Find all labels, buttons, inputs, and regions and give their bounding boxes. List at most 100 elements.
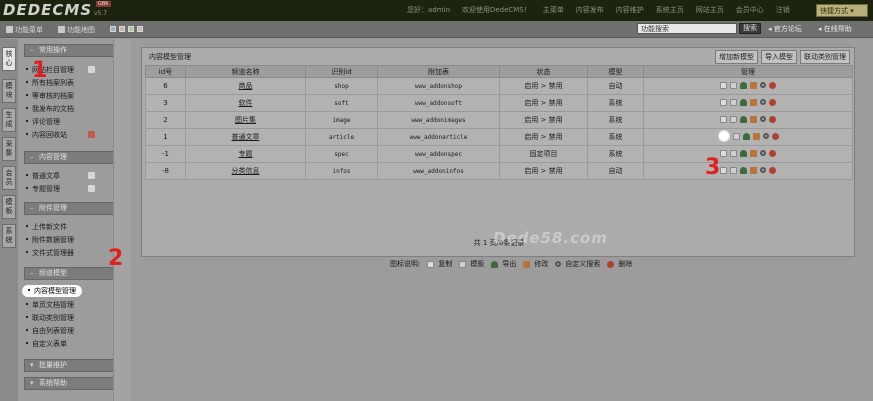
row-channel-name[interactable]: 商品 [185,77,306,95]
theme-orange-swatch[interactable] [119,26,125,32]
channel-name-link[interactable]: 分类信息 [232,167,260,175]
row-status-toggle[interactable]: 固定项目 [499,145,588,163]
export-icon[interactable] [740,98,747,106]
menu-free-list[interactable]: 自由列表管理 [26,326,74,336]
menu-upload-file[interactable]: 上传新文件 [26,222,67,232]
online-help-link[interactable]: ◂ 在线帮助 [818,24,852,34]
custom-search-icon[interactable] [760,167,766,173]
empty-bin-icon[interactable] [88,131,95,138]
row-status-toggle[interactable]: 启用 > 禁用 [499,94,588,112]
nav-system-home[interactable]: 系统主页 [656,5,684,15]
edit-icon[interactable] [752,132,760,140]
menu-normal-article[interactable]: 普通文章 [26,171,60,181]
sidebar-splitter[interactable] [113,39,130,401]
channel-name-link[interactable]: 软件 [239,99,253,107]
template-icon[interactable] [730,149,737,157]
group-system-help[interactable]: ▾ 系统帮助 [24,377,126,390]
row-status-toggle[interactable]: 启用 > 禁用 [499,111,588,129]
add-icon[interactable] [88,66,95,73]
menu-content-model-manage[interactable]: 内容模型管理 [22,285,82,297]
template-icon[interactable] [730,115,737,123]
row-status-toggle[interactable]: 启用 > 禁用 [499,77,588,95]
menu-recycle-bin[interactable]: 内容回收站 [26,130,67,140]
menu-single-page-manage[interactable]: 单页文档管理 [26,300,74,310]
nav-maintain[interactable]: 内容维护 [616,5,644,15]
nav-logout[interactable]: 注销 [776,5,790,15]
add-icon[interactable] [88,185,95,192]
vtab-member[interactable]: 会员 [2,166,16,190]
template-icon[interactable] [730,81,737,89]
vtab-system[interactable]: 系统 [2,224,16,248]
theme-gray-swatch[interactable] [137,26,143,32]
delete-icon[interactable] [769,166,776,174]
menu-linkage-category[interactable]: 联动类别管理 [26,313,74,323]
vtab-generate[interactable]: 生成 [2,108,16,132]
group-common-ops[interactable]: – 常用操作 [24,44,126,57]
copy-icon[interactable] [717,130,730,142]
nav-main-menu[interactable]: 主菜单 [543,5,564,15]
menu-custom-form[interactable]: 自定义表单 [26,339,67,349]
menu-file-manager[interactable]: 文件式管理器 [26,248,74,258]
row-status-toggle[interactable]: 启用 > 禁用 [499,128,588,146]
row-channel-name[interactable]: 分类信息 [185,162,306,180]
nav-site-home[interactable]: 网站主页 [696,5,724,15]
export-icon[interactable] [740,81,747,89]
template-icon[interactable] [732,132,740,140]
quick-menu-dropdown[interactable]: 快捷方式 ▾ [816,4,868,17]
function-map-button[interactable]: 功能地图 [58,25,95,35]
theme-green-swatch[interactable] [128,26,134,32]
copy-icon[interactable] [720,81,727,89]
copy-icon[interactable] [720,149,727,157]
menu-attachment-data[interactable]: 附件数据管理 [26,235,74,245]
menu-pending-archives[interactable]: 等审核的档案 [26,91,74,101]
row-channel-name[interactable]: 普通文章 [185,128,306,146]
custom-search-icon[interactable] [760,99,766,105]
delete-icon[interactable] [769,115,776,123]
copy-icon[interactable] [720,166,727,174]
vtab-collect[interactable]: 采集 [2,137,16,161]
template-icon[interactable] [730,166,737,174]
delete-icon[interactable] [769,81,776,89]
official-forum-link[interactable]: ◂ 官方论坛 [768,24,802,34]
custom-search-icon[interactable] [762,133,769,139]
linkage-category-button[interactable]: 联动类别管理 [800,50,850,64]
nav-publish[interactable]: 内容发布 [576,5,604,15]
copy-icon[interactable] [720,115,727,123]
add-model-button[interactable]: 增加新模型 [715,50,758,64]
custom-search-icon[interactable] [760,82,766,88]
vtab-template[interactable]: 模板 [2,195,16,219]
add-icon[interactable] [88,172,95,179]
group-attachments[interactable]: – 附件管理 [24,202,126,215]
nav-member-center[interactable]: 会员中心 [736,5,764,15]
menu-comments[interactable]: 评论管理 [26,117,60,127]
edit-icon[interactable] [750,115,757,123]
row-channel-name[interactable]: 图片集 [185,111,306,129]
delete-icon[interactable] [769,149,776,157]
function-search-input[interactable] [637,23,737,34]
group-content-manage[interactable]: – 内容管理 [24,151,126,164]
delete-icon[interactable] [769,98,776,106]
custom-search-icon[interactable] [760,150,766,156]
menu-my-archives[interactable]: 我发布的文档 [26,104,74,114]
channel-name-link[interactable]: 普通文章 [232,133,260,141]
row-channel-name[interactable]: 专题 [185,145,306,163]
delete-icon[interactable] [771,132,779,140]
copy-icon[interactable] [720,98,727,106]
channel-name-link[interactable]: 商品 [239,82,253,90]
function-menu-button[interactable]: 功能菜单 [6,25,43,35]
export-icon[interactable] [742,132,750,140]
vtab-core[interactable]: 核心 [2,47,16,71]
search-button[interactable]: 搜索 [739,23,761,34]
channel-name-link[interactable]: 图片集 [235,116,256,124]
edit-icon[interactable] [750,149,757,157]
row-channel-name[interactable]: 软件 [185,94,306,112]
export-icon[interactable] [740,115,747,123]
group-batch-maintain[interactable]: ▾ 批量维护 [24,359,126,372]
row-status-toggle[interactable]: 启用 > 禁用 [499,162,588,180]
vtab-module[interactable]: 模块 [2,79,16,103]
edit-icon[interactable] [750,166,757,174]
theme-blue-swatch[interactable] [110,26,116,32]
export-icon[interactable] [740,149,747,157]
template-icon[interactable] [730,98,737,106]
edit-icon[interactable] [750,98,757,106]
